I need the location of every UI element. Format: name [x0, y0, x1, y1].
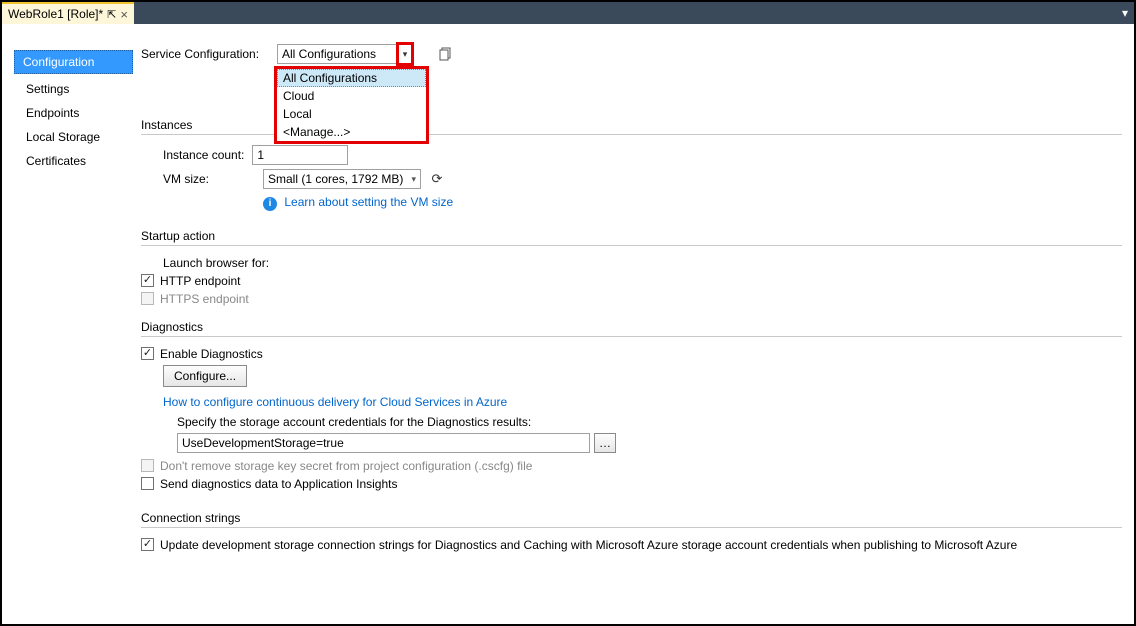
option-all-configurations[interactable]: All Configurations: [277, 69, 426, 87]
sidebar-item-endpoints[interactable]: Endpoints: [20, 104, 133, 122]
configure-button[interactable]: Configure...: [163, 365, 247, 387]
sidebar-item-settings[interactable]: Settings: [20, 80, 133, 98]
update-storage-label: Update development storage connection st…: [160, 538, 1017, 552]
section-divider: [141, 336, 1122, 337]
service-config-select[interactable]: All Configurations: [277, 44, 412, 64]
update-storage-checkbox[interactable]: [141, 538, 154, 551]
chevron-down-icon: ▾: [411, 174, 416, 185]
launch-browser-label: Launch browser for:: [163, 256, 1122, 270]
enable-diagnostics-checkbox[interactable]: [141, 347, 154, 360]
instance-count-label: Instance count:: [163, 148, 244, 162]
section-divider: [141, 527, 1122, 528]
option-manage[interactable]: <Manage...>: [277, 123, 426, 141]
dropdown-caret-icon[interactable]: ▾: [396, 42, 414, 66]
service-config-dropdown: All Configurations Cloud Local <Manage..…: [274, 66, 429, 144]
vm-size-link[interactable]: Learn about setting the VM size: [284, 195, 453, 209]
main-panel: Service Configuration: All Configuration…: [137, 26, 1134, 624]
dont-remove-key-label: Don't remove storage key secret from pro…: [160, 459, 532, 473]
https-endpoint-label: HTTPS endpoint: [160, 292, 249, 306]
instance-count-input[interactable]: [252, 145, 348, 165]
sidebar-item-local-storage[interactable]: Local Storage: [20, 128, 133, 146]
refresh-icon[interactable]: ⟳: [429, 171, 445, 187]
sidebar-item-configuration[interactable]: Configuration: [14, 50, 133, 74]
http-endpoint-label: HTTP endpoint: [160, 274, 241, 288]
option-local[interactable]: Local: [277, 105, 426, 123]
tab-overflow-icon[interactable]: ▾: [1116, 2, 1134, 24]
specify-storage-label: Specify the storage account credentials …: [177, 415, 1122, 429]
app-insights-checkbox[interactable]: [141, 477, 154, 490]
section-divider: [141, 245, 1122, 246]
app-insights-label: Send diagnostics data to Application Ins…: [160, 477, 398, 491]
service-config-value: All Configurations: [282, 47, 376, 61]
pin-icon[interactable]: ⇱: [107, 8, 116, 21]
option-cloud[interactable]: Cloud: [277, 87, 426, 105]
section-diagnostics-title: Diagnostics: [141, 320, 1122, 334]
storage-credentials-input[interactable]: [177, 433, 590, 453]
document-tab[interactable]: WebRole1 [Role]* ⇱ ×: [2, 2, 134, 24]
copy-icon[interactable]: [438, 46, 454, 62]
info-icon: i: [263, 197, 277, 211]
tab-title: WebRole1 [Role]*: [8, 7, 103, 21]
https-endpoint-checkbox[interactable]: [141, 292, 154, 305]
close-icon[interactable]: ×: [120, 7, 128, 22]
sidebar-item-certificates[interactable]: Certificates: [20, 152, 133, 170]
content-area: Configuration Settings Endpoints Local S…: [2, 26, 1134, 624]
continuous-delivery-link[interactable]: How to configure continuous delivery for…: [163, 395, 507, 409]
service-config-label: Service Configuration:: [141, 47, 271, 61]
section-startup-title: Startup action: [141, 229, 1122, 243]
service-config-select-wrap: All Configurations ▾ All Configurations …: [277, 44, 412, 64]
vm-size-value: Small (1 cores, 1792 MB): [268, 172, 403, 186]
dont-remove-key-checkbox[interactable]: [141, 459, 154, 472]
browse-storage-button[interactable]: …: [594, 433, 616, 453]
vm-size-select[interactable]: Small (1 cores, 1792 MB) ▾: [263, 169, 421, 189]
http-endpoint-checkbox[interactable]: [141, 274, 154, 287]
vm-size-label: VM size:: [163, 172, 255, 186]
left-nav: Configuration Settings Endpoints Local S…: [2, 26, 137, 624]
section-connection-title: Connection strings: [141, 511, 1122, 525]
window-frame: WebRole1 [Role]* ⇱ × ▾ Configuration Set…: [0, 0, 1136, 626]
document-tab-bar: WebRole1 [Role]* ⇱ × ▾: [2, 2, 1134, 24]
enable-diagnostics-label: Enable Diagnostics: [160, 347, 263, 361]
